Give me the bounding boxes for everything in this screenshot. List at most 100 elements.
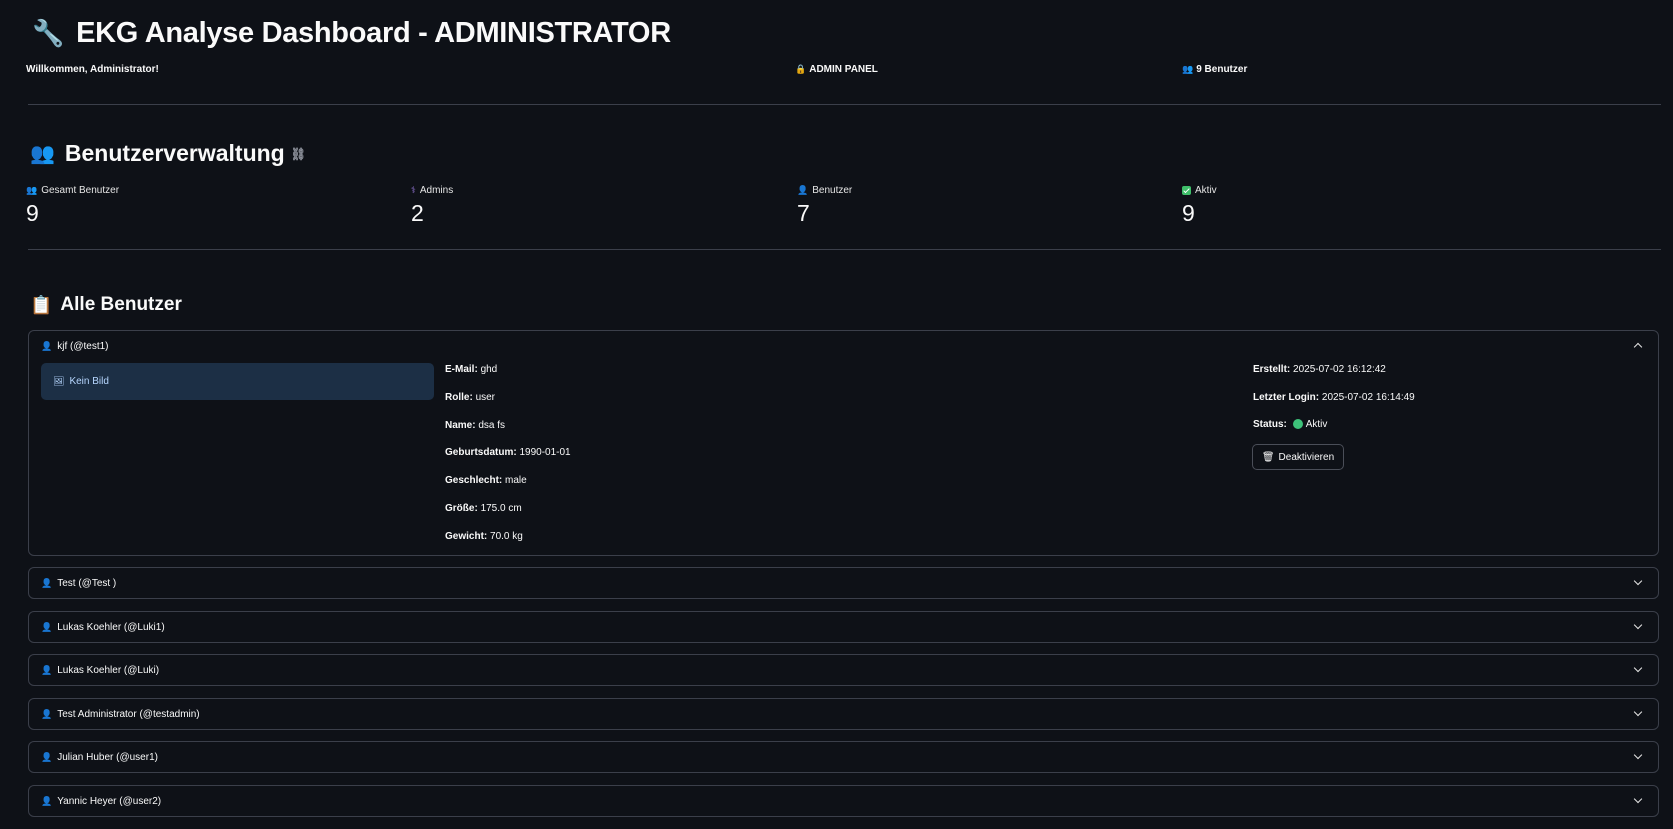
- chevron-down-icon[interactable]: [1632, 620, 1644, 632]
- page-title: 🔧 EKG Analyse Dashboard - ADMINISTRATOR: [32, 12, 671, 54]
- welcome-label: Willkommen, Administrator!: [26, 64, 159, 75]
- metric-value: 2: [411, 200, 424, 226]
- no-image-placeholder: 🖼 Kein Bild: [41, 363, 434, 400]
- divider: [28, 249, 1661, 250]
- expander-title: Test Administrator (@testadmin): [57, 708, 200, 720]
- user-icon: 👤: [41, 340, 53, 351]
- user-expander[interactable]: 👤 Lukas Koehler (@Luki1): [28, 611, 1659, 643]
- metric-value: 7: [797, 200, 810, 226]
- metric-value: 9: [1182, 200, 1195, 226]
- user-icon: 👤: [797, 185, 809, 195]
- chevron-up-icon[interactable]: [1632, 339, 1644, 351]
- section-heading-text: Alle Benutzer: [60, 294, 182, 315]
- field-label: Größe:: [445, 503, 478, 514]
- field-label: Rolle:: [445, 392, 473, 403]
- metric-label-text: Aktiv: [1195, 185, 1217, 196]
- metric-label: ⚕ Admins: [411, 185, 453, 196]
- field-value: male: [505, 475, 527, 486]
- field-value: user: [475, 392, 496, 403]
- field-gender: Geschlecht: male: [445, 475, 527, 486]
- expander-header[interactable]: 👤 Lukas Koehler (@Luki): [29, 655, 1658, 685]
- field-status: Status: Aktiv: [1253, 419, 1327, 430]
- user-expander[interactable]: 👤 Julian Huber (@user1): [28, 741, 1659, 773]
- metric-label-text: Admins: [419, 185, 454, 196]
- user-icon: 👤: [41, 795, 53, 806]
- chevron-down-icon[interactable]: [1632, 794, 1644, 806]
- lock-icon: 🔒: [795, 64, 807, 74]
- user-expander[interactable]: 👤 Test Administrator (@testadmin): [28, 698, 1659, 730]
- expander-title: Yannic Heyer (@user2): [57, 795, 162, 807]
- expander-header[interactable]: 👤 Julian Huber (@user1): [29, 742, 1658, 772]
- field-last-login: Letzter Login: 2025-07-02 16:14:49: [1253, 392, 1415, 403]
- expander-header[interactable]: 👤 kjf (@test1): [29, 331, 1658, 361]
- divider: [28, 104, 1661, 105]
- chevron-down-icon[interactable]: [1632, 750, 1644, 762]
- welcome-text: Willkommen, Administrator!: [26, 64, 159, 75]
- stethoscope-icon: ⚕: [411, 185, 416, 195]
- field-label: Letzter Login:: [1253, 392, 1320, 403]
- field-value: 70.0 kg: [490, 531, 523, 542]
- expander-header[interactable]: 👤 Test Administrator (@testadmin): [29, 699, 1658, 729]
- metric-label: 👤 Benutzer: [797, 185, 852, 196]
- users-icon: 👥: [26, 185, 38, 195]
- trash-icon: 🗑: [1261, 451, 1275, 463]
- field-height: Größe: 175.0 cm: [445, 503, 522, 514]
- metric-label: Aktiv: [1182, 185, 1217, 196]
- expander-title: Lukas Koehler (@Luki): [57, 664, 160, 676]
- expander-title: Julian Huber (@user1): [57, 751, 158, 763]
- field-value: 1990-01-01: [519, 447, 571, 458]
- admin-dashboard: 🔧 EKG Analyse Dashboard - ADMINISTRATOR …: [0, 0, 1673, 829]
- chevron-down-icon[interactable]: [1632, 663, 1644, 675]
- user-count-label: 👥 9 Benutzer: [1182, 64, 1247, 75]
- metric-admins: ⚕ Admins 2: [411, 185, 453, 227]
- section-heading-text: Benutzerverwaltung: [64, 140, 285, 166]
- field-birthdate: Geburtsdatum: 1990-01-01: [445, 447, 571, 458]
- check-icon: [1182, 186, 1191, 195]
- metric-label-text: Benutzer: [812, 185, 853, 196]
- status-dot-icon: [1292, 419, 1303, 430]
- field-weight: Gewicht: 70.0 kg: [445, 531, 523, 542]
- field-created: Erstellt: 2025-07-02 16:12:42: [1253, 364, 1386, 375]
- no-image-text: Kein Bild: [69, 376, 109, 387]
- metric-users: 👤 Benutzer 7: [797, 185, 852, 227]
- user-icon: 👤: [41, 708, 53, 719]
- user-icon: 👤: [41, 577, 53, 588]
- field-value: 2025-07-02 16:12:42: [1293, 364, 1386, 375]
- user-icon: 👤: [41, 751, 53, 762]
- section-heading-alle-benutzer: 📋 Alle Benutzer: [30, 294, 182, 316]
- admin-panel-text: ADMIN PANEL: [809, 64, 878, 75]
- users-icon: 👥: [1182, 64, 1194, 74]
- page-title-text: EKG Analyse Dashboard - ADMINISTRATOR: [76, 16, 671, 49]
- user-expander[interactable]: 👤 Yannic Heyer (@user2): [28, 785, 1659, 817]
- expander-title: Test (@Test ): [57, 577, 117, 589]
- user-icon: 👤: [41, 621, 53, 632]
- metric-value: 9: [26, 200, 39, 226]
- field-label: Geburtsdatum:: [445, 447, 517, 458]
- field-label: E-Mail:: [445, 364, 478, 375]
- field-label: Status:: [1253, 419, 1287, 430]
- expander-header[interactable]: 👤 Test (@Test ): [29, 568, 1658, 598]
- user-icon: 👤: [41, 664, 53, 675]
- anchor-link-icon[interactable]: ⛓: [291, 147, 306, 161]
- clipboard-icon: 📋: [30, 294, 53, 315]
- deactivate-button[interactable]: 🗑 Deaktivieren: [1252, 444, 1344, 470]
- metric-label-text: Gesamt Benutzer: [41, 185, 120, 196]
- user-expander[interactable]: 👤 Lukas Koehler (@Luki): [28, 654, 1659, 686]
- field-email: E-Mail: ghd: [445, 364, 497, 375]
- field-value: dsa fs: [478, 420, 506, 431]
- chevron-down-icon[interactable]: [1632, 576, 1644, 588]
- expander-header[interactable]: 👤 Lukas Koehler (@Luki1): [29, 612, 1658, 642]
- expander-title: kjf (@test1): [57, 340, 109, 352]
- user-expander[interactable]: 👤 Test (@Test ): [28, 567, 1659, 599]
- field-label: Geschlecht:: [445, 475, 503, 486]
- image-icon: 🖼: [53, 376, 65, 386]
- metric-total-users: 👥 Gesamt Benutzer 9: [26, 185, 119, 227]
- expander-title: Lukas Koehler (@Luki1): [57, 621, 165, 633]
- user-expander-expanded: 👤 kjf (@test1) 🖼 Kein Bild: [28, 330, 1659, 556]
- metric-label: 👥 Gesamt Benutzer: [26, 185, 119, 196]
- user-count-text: 9 Benutzer: [1196, 64, 1248, 75]
- expander-header[interactable]: 👤 Yannic Heyer (@user2): [29, 786, 1658, 816]
- chevron-down-icon[interactable]: [1632, 707, 1644, 719]
- section-heading-benutzerverwaltung: 👥 Benutzerverwaltung ⛓: [30, 140, 306, 167]
- field-label: Erstellt:: [1253, 364, 1291, 375]
